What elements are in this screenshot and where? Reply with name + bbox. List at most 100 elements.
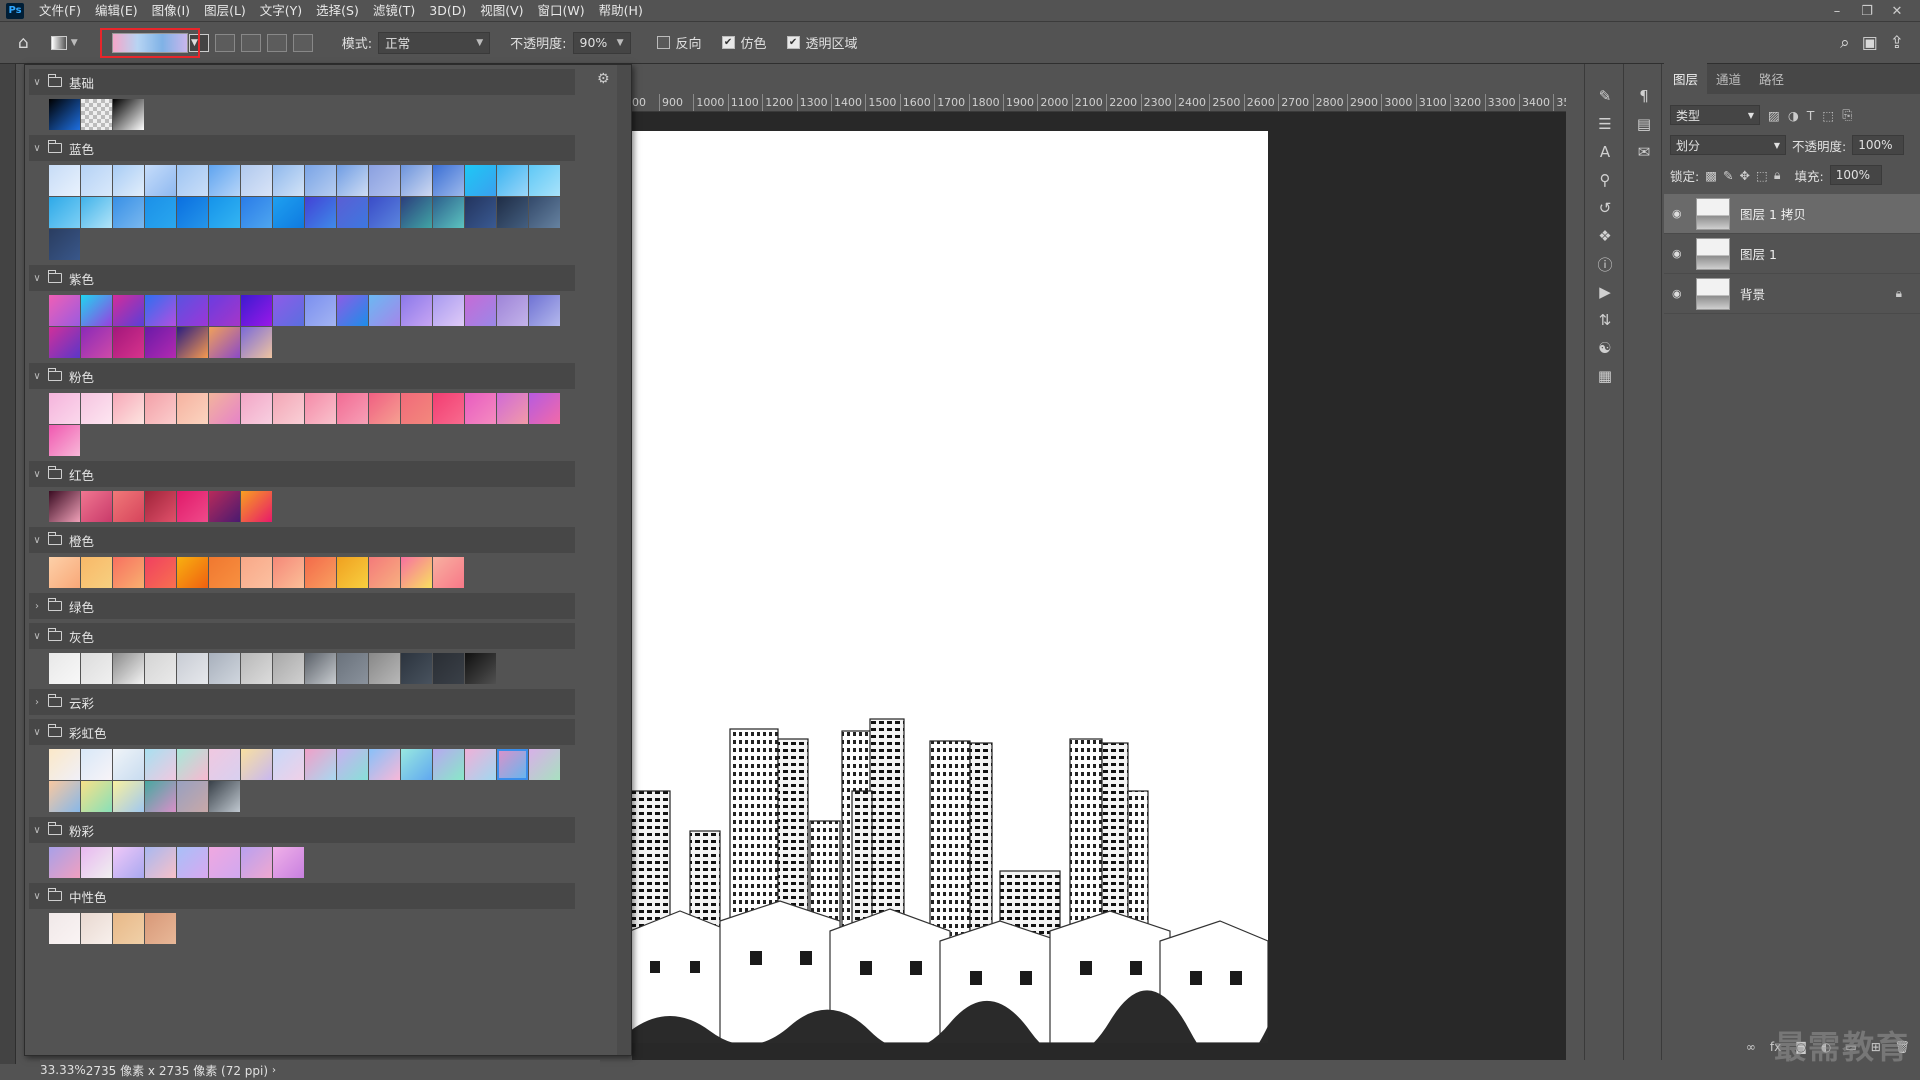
- chevron-down-icon[interactable]: ∨: [29, 273, 45, 284]
- gradient-swatch[interactable]: [145, 557, 176, 588]
- menu-item[interactable]: 选择(S): [309, 0, 366, 22]
- navigator-icon[interactable]: ⇅: [1585, 306, 1625, 334]
- gradient-swatch[interactable]: [49, 847, 80, 878]
- gradient-swatch[interactable]: [209, 491, 240, 522]
- menu-item[interactable]: 图层(L): [197, 0, 253, 22]
- gradient-swatch[interactable]: [81, 99, 112, 130]
- gradient-swatch[interactable]: [81, 847, 112, 878]
- gradient-swatch[interactable]: [49, 229, 80, 260]
- gradient-swatch[interactable]: [49, 327, 80, 358]
- gradient-swatch[interactable]: [49, 653, 80, 684]
- gradient-swatch[interactable]: [433, 557, 464, 588]
- gradient-swatch[interactable]: [273, 295, 304, 326]
- gradient-swatch[interactable]: [81, 295, 112, 326]
- character-icon[interactable]: A: [1585, 138, 1625, 166]
- fill-input[interactable]: 100%: [1829, 165, 1882, 185]
- gradient-swatch[interactable]: [497, 165, 528, 196]
- gradient-swatch[interactable]: [241, 197, 272, 228]
- gradient-swatch[interactable]: [113, 913, 144, 944]
- paragraph-icon[interactable]: ¶: [1626, 82, 1662, 110]
- gradient-swatch[interactable]: [177, 653, 208, 684]
- layers-tab[interactable]: 路径: [1750, 63, 1793, 94]
- gradient-swatch[interactable]: [497, 749, 528, 780]
- gradient-swatch[interactable]: [145, 653, 176, 684]
- gradient-swatch[interactable]: [529, 749, 560, 780]
- gradient-group-header[interactable]: ∨ 粉彩: [29, 817, 575, 843]
- filter-type-icon[interactable]: T: [1807, 108, 1815, 123]
- workspace-icon[interactable]: ▣: [1862, 33, 1878, 53]
- gradient-swatch[interactable]: [305, 165, 336, 196]
- radial-gradient-button[interactable]: [214, 33, 235, 52]
- reverse-checkbox[interactable]: [656, 36, 670, 49]
- chevron-down-icon[interactable]: ∨: [29, 77, 45, 88]
- gradient-group-header[interactable]: ∨ 灰色: [29, 623, 575, 649]
- gradient-swatch[interactable]: [433, 393, 464, 424]
- minimize-button[interactable]: –: [1822, 4, 1852, 19]
- gradient-swatch[interactable]: [369, 749, 400, 780]
- eye-icon[interactable]: ◉: [1672, 207, 1686, 220]
- zoom-level[interactable]: 33.33%: [40, 1063, 86, 1077]
- gradient-swatch[interactable]: [465, 653, 496, 684]
- gradient-swatch[interactable]: [81, 491, 112, 522]
- layer-filter-select[interactable]: 类型 ▼: [1670, 105, 1760, 125]
- gradient-swatch[interactable]: [113, 491, 144, 522]
- gradient-group-header[interactable]: ∨ 基础: [29, 69, 575, 95]
- properties-icon[interactable]: ▤: [1626, 110, 1662, 138]
- gradient-swatch[interactable]: [529, 393, 560, 424]
- restore-button[interactable]: ❐: [1852, 4, 1882, 19]
- layer-row[interactable]: ◉ 图层 1: [1664, 234, 1920, 274]
- chevron-down-icon[interactable]: ▼: [191, 38, 198, 48]
- gradient-swatch[interactable]: [81, 327, 112, 358]
- menu-item[interactable]: 文件(F): [32, 0, 88, 22]
- gradient-swatch[interactable]: [241, 653, 272, 684]
- reverse-option[interactable]: 反向: [656, 33, 702, 52]
- menu-item[interactable]: 视图(V): [473, 0, 530, 22]
- gradient-swatch[interactable]: [305, 295, 336, 326]
- gradient-swatch[interactable]: [401, 295, 432, 326]
- gradient-swatch[interactable]: [305, 393, 336, 424]
- gradient-swatch[interactable]: [49, 295, 80, 326]
- dither-checkbox[interactable]: ✔: [721, 36, 735, 49]
- lock-icon[interactable]: 🔒︎: [1896, 286, 1902, 301]
- chevron-right-icon[interactable]: ›: [29, 601, 45, 612]
- gradient-swatch[interactable]: [113, 653, 144, 684]
- brush-settings-icon[interactable]: ✎: [1585, 82, 1625, 110]
- gradient-swatch[interactable]: [145, 749, 176, 780]
- chevron-down-icon[interactable]: ∨: [29, 143, 45, 154]
- gradient-swatch[interactable]: [337, 197, 368, 228]
- gradient-swatch[interactable]: [497, 197, 528, 228]
- gradient-swatch[interactable]: [273, 653, 304, 684]
- menu-item[interactable]: 窗口(W): [531, 0, 592, 22]
- gradient-swatch[interactable]: [113, 99, 144, 130]
- gradient-swatch[interactable]: [177, 327, 208, 358]
- chevron-down-icon[interactable]: ∨: [29, 535, 45, 546]
- gradient-group-header[interactable]: ∨ 蓝色: [29, 135, 575, 161]
- gradient-swatch[interactable]: [273, 165, 304, 196]
- gradient-swatch[interactable]: [401, 393, 432, 424]
- gradient-swatch[interactable]: [241, 393, 272, 424]
- gradient-swatch[interactable]: [113, 197, 144, 228]
- gradient-swatch[interactable]: [529, 197, 560, 228]
- chevron-down-icon[interactable]: ∨: [29, 371, 45, 382]
- gradient-swatch[interactable]: [401, 197, 432, 228]
- chevron-down-icon[interactable]: ▼: [617, 38, 624, 48]
- gradient-swatch[interactable]: [209, 197, 240, 228]
- gradient-swatch[interactable]: [465, 393, 496, 424]
- lock-transparent-icon[interactable]: ▩: [1705, 168, 1717, 183]
- gradient-swatch[interactable]: [241, 847, 272, 878]
- gradient-swatch[interactable]: [401, 557, 432, 588]
- menu-item[interactable]: 滤镜(T): [366, 0, 422, 22]
- gradient-swatch[interactable]: [81, 781, 112, 812]
- menu-item[interactable]: 帮助(H): [592, 0, 650, 22]
- blend-mode-select[interactable]: 划分 ▼: [1670, 135, 1786, 155]
- gradient-swatch[interactable]: [465, 295, 496, 326]
- gradient-swatch[interactable]: [49, 393, 80, 424]
- lock-artboard-icon[interactable]: ⬚: [1756, 168, 1768, 183]
- menu-item[interactable]: 编辑(E): [88, 0, 145, 22]
- link-layers-icon[interactable]: ∞: [1746, 1040, 1756, 1054]
- layers-tab[interactable]: 图层: [1664, 63, 1708, 94]
- gradient-swatch[interactable]: [177, 295, 208, 326]
- gradient-swatch[interactable]: [49, 491, 80, 522]
- gradient-swatch[interactable]: [337, 749, 368, 780]
- gradient-swatch[interactable]: [209, 295, 240, 326]
